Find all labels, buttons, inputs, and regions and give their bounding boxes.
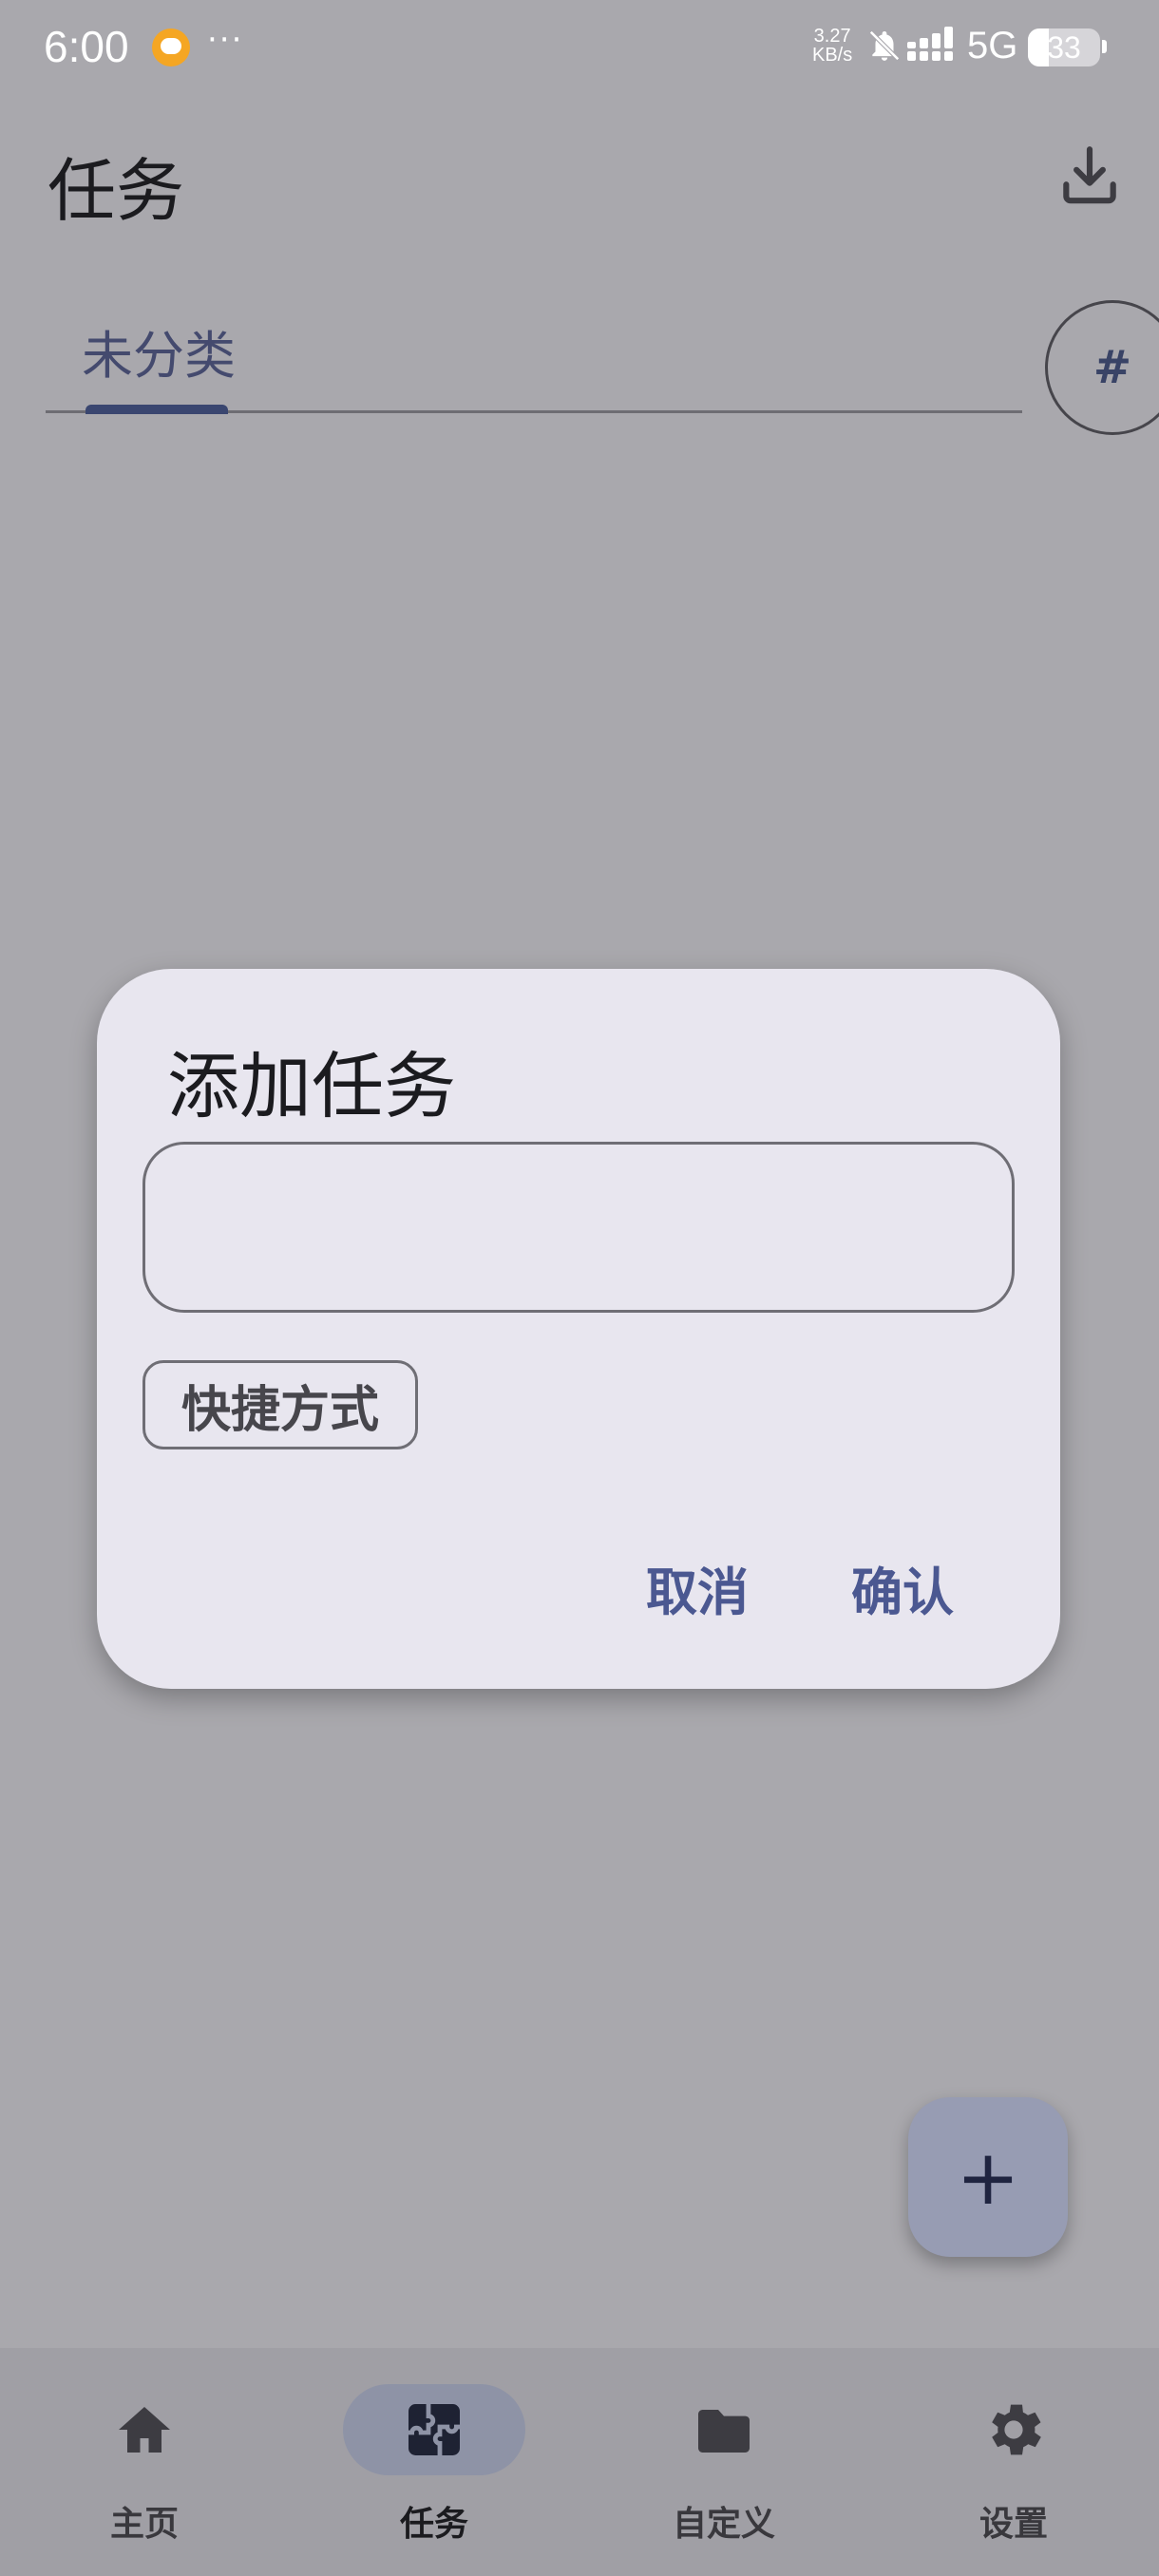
network-speed-value: 3.27 [813,26,851,47]
cancel-button[interactable]: 取消 [646,1550,749,1625]
download-icon [1063,146,1116,204]
page-title: 任务 [48,151,185,231]
plus-icon: + [956,2132,1020,2222]
nav-label-custom: 自定义 [672,2505,775,2544]
hashtag-button[interactable]: # [1045,300,1159,435]
tab-uncategorized[interactable]: 未分类 [82,313,236,388]
tasks-icon [408,2404,460,2455]
nav-label-home: 主页 [109,2505,179,2544]
nav-item-settings[interactable]: 设置 [881,2375,1147,2555]
shortcut-chip[interactable]: 快捷方式 [142,1360,418,1449]
confirm-button[interactable]: 确认 [851,1550,954,1625]
network-speed: 3.27 KB/s [812,27,852,65]
more-notifications-icon: ··· [207,21,244,59]
signal-icon [907,27,953,66]
hashtag-icon: # [1092,341,1132,394]
home-icon [119,2407,170,2453]
add-task-fab[interactable]: + [908,2097,1068,2257]
nav-label-settings: 设置 [978,2505,1048,2544]
status-time: 6:00 [44,22,129,71]
folder-icon [698,2410,750,2453]
battery-indicator: 33 [1028,28,1100,66]
tab-indicator [86,405,228,414]
network-type: 5G [967,25,1018,66]
message-notification-icon [152,28,190,66]
nav-item-home[interactable]: 主页 [11,2375,277,2555]
task-input[interactable] [142,1142,1015,1313]
silent-bell-icon [866,27,902,73]
battery-tip [1102,40,1107,53]
network-speed-unit: KB/s [812,45,853,66]
nav-label-tasks: 任务 [399,2505,468,2544]
nav-item-tasks[interactable]: 任务 [301,2375,567,2555]
dialog-title: 添加任务 [167,1044,456,1128]
download-button[interactable] [1054,141,1125,211]
gear-icon [992,2404,1041,2455]
nav-item-custom[interactable]: 自定义 [591,2375,857,2555]
battery-level: 33 [1047,30,1081,65]
